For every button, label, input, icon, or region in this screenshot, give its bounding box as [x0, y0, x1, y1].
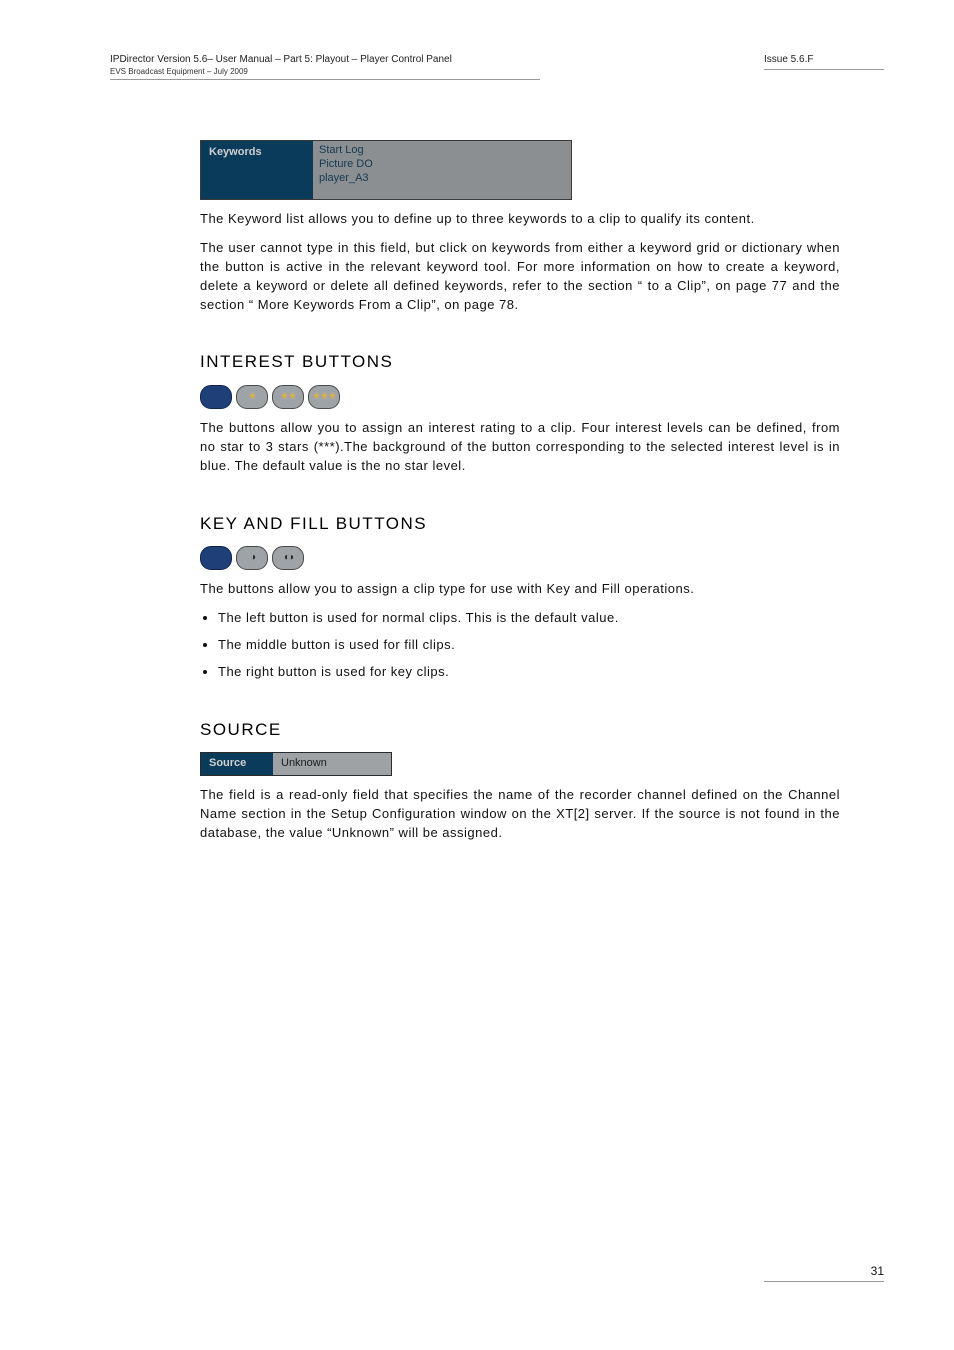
- text-span: The: [200, 420, 229, 435]
- source-para: The field is a read-only field that spec…: [200, 786, 840, 843]
- source-box-value: Unknown: [273, 753, 391, 775]
- interest-buttons-figure: ★ ★★ ★★★: [200, 385, 840, 409]
- keyfill-buttons-figure: ◑ ◐◑: [200, 546, 840, 570]
- interest-none-button[interactable]: [200, 385, 232, 409]
- page-header: IPDirector Version 5.6– User Manual – Pa…: [110, 54, 884, 80]
- keywords-para1: The Keyword list allows you to define up…: [200, 210, 840, 229]
- list-item: The middle button is used for fill clips…: [218, 636, 840, 655]
- keywords-box-list: Start Log Picture DO player_A3: [313, 141, 571, 199]
- text-span: buttons allow you to assign an interest …: [200, 420, 840, 473]
- list-item: The right button is used for key clips.: [218, 663, 840, 682]
- header-issue: Issue 5.6.F: [764, 54, 884, 65]
- header-rule-left: [110, 79, 540, 80]
- interest-two-star-button[interactable]: ★★: [272, 385, 304, 409]
- header-title: IPDirector Version 5.6– User Manual – Pa…: [110, 54, 540, 65]
- star-icon: ★: [248, 390, 256, 405]
- list-item: The left button is used for normal clips…: [218, 609, 840, 628]
- star-icon: ★★: [280, 390, 296, 405]
- section-title-interest: INTEREST BUTTONS: [200, 350, 840, 375]
- keyfill-fill-button[interactable]: ◑: [236, 546, 268, 570]
- keyword-item: Picture DO: [319, 158, 565, 172]
- footer-rule: [764, 1281, 884, 1282]
- star-icon: ★★★: [312, 390, 336, 405]
- page-footer: 31: [764, 1264, 884, 1290]
- text-span: “: [638, 278, 643, 293]
- fill-icon: ◑: [250, 551, 254, 566]
- keyword-item: player_A3: [319, 172, 565, 186]
- section-title-keyfill: KEY AND FILL BUTTONS: [200, 512, 840, 537]
- header-rule-right: [764, 69, 884, 70]
- source-box-label: Source: [201, 753, 273, 775]
- keyfill-key-button[interactable]: ◐◑: [272, 546, 304, 570]
- keywords-field-figure: Keywords Start Log Picture DO player_A3: [200, 140, 840, 200]
- keywords-box-label: Keywords: [201, 141, 313, 199]
- text-span: The: [200, 787, 229, 802]
- keyfill-normal-button[interactable]: [200, 546, 232, 570]
- key-icon: ◐◑: [284, 551, 292, 566]
- keyfill-bullet-list: The left button is used for normal clips…: [218, 609, 840, 682]
- section-title-source: SOURCE: [200, 718, 840, 743]
- keyword-item: Start Log: [319, 144, 565, 158]
- interest-three-star-button[interactable]: ★★★: [308, 385, 340, 409]
- keywords-para2: The user cannot type in this field, but …: [200, 239, 840, 314]
- text-span: buttons allow you to assign a clip type …: [228, 581, 694, 596]
- interest-para: The buttons allow you to assign an inter…: [200, 419, 840, 476]
- text-span: “: [249, 297, 254, 312]
- keyfill-para: The buttons allow you to assign a clip t…: [200, 580, 840, 599]
- header-subtitle: EVS Broadcast Equipment – July 2009: [110, 67, 540, 76]
- text-span: The: [200, 581, 228, 596]
- document-body: Keywords Start Log Picture DO player_A3 …: [200, 140, 840, 843]
- source-field-figure: Source Unknown: [200, 752, 392, 776]
- page-number: 31: [764, 1264, 884, 1278]
- interest-one-star-button[interactable]: ★: [236, 385, 268, 409]
- text-span: field is a read-only field that specifie…: [200, 787, 840, 840]
- text-span: More Keywords From a Clip”, on page 78.: [258, 297, 519, 312]
